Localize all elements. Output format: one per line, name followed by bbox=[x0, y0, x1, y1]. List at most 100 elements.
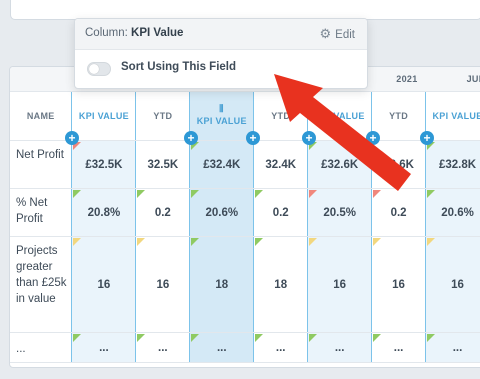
column-header-label: YTD bbox=[271, 111, 291, 121]
cell-value: 16 bbox=[156, 278, 170, 291]
add-column-icon[interactable]: + bbox=[302, 131, 316, 145]
cell-value: ... bbox=[216, 341, 227, 354]
drag-handle-icon[interactable]: ⦀ bbox=[190, 105, 253, 115]
kpi-cell[interactable]: 18 bbox=[189, 236, 255, 333]
popover-title-prefix: Column: bbox=[85, 27, 128, 39]
cell-value: 32.4K bbox=[265, 158, 297, 171]
cell-value: ... bbox=[275, 341, 286, 354]
status-indicator bbox=[373, 334, 382, 342]
ytd-cell[interactable]: 18 bbox=[253, 236, 308, 333]
ytd-column-header[interactable]: YTD bbox=[135, 91, 190, 141]
cell-value: 0.2 bbox=[154, 206, 171, 219]
popover-column-name: KPI Value bbox=[131, 27, 184, 39]
cell-value: 32.5K bbox=[147, 158, 179, 171]
kpi-cell[interactable]: ... bbox=[189, 332, 255, 363]
table-row: % Net Profit 20.8% 0.2 20.6% 0.2 20.5% 0… bbox=[10, 188, 480, 237]
status-indicator bbox=[309, 190, 318, 198]
ytd-cell[interactable]: 0.2 bbox=[371, 188, 426, 237]
sort-toggle[interactable] bbox=[87, 62, 111, 76]
ytd-cell[interactable]: ... bbox=[253, 332, 308, 363]
popover-header: Column: KPI Value ⚙ Edit bbox=[75, 19, 367, 50]
kpi-cell[interactable]: £32.6K bbox=[307, 140, 373, 189]
cell-value: ... bbox=[334, 341, 345, 354]
column-header-label: YTD bbox=[389, 111, 409, 121]
kpi-value-column-header[interactable]: KPI VALUE bbox=[71, 91, 137, 141]
cell-value: 16 bbox=[451, 278, 464, 291]
ytd-cell[interactable]: 16 bbox=[135, 236, 190, 333]
kpi-cell[interactable]: 16 bbox=[307, 236, 373, 333]
kpi-cell[interactable]: ... bbox=[71, 332, 137, 363]
status-indicator bbox=[191, 238, 200, 246]
add-column-icon[interactable]: + bbox=[184, 131, 198, 145]
kpi-value-column-header[interactable]: KPI VALUE bbox=[425, 91, 480, 141]
table-row: Net Profit £32.5K 32.5K £32.4K 32.4K £32… bbox=[10, 140, 480, 189]
row-name: Net Profit bbox=[10, 140, 72, 189]
cell-value: £32.5K bbox=[85, 158, 123, 171]
kpi-cell[interactable]: 16 bbox=[425, 236, 480, 333]
kpi-cell[interactable]: 20.6% bbox=[425, 188, 480, 237]
ytd-cell[interactable]: ... bbox=[371, 332, 426, 363]
status-indicator bbox=[191, 190, 200, 198]
kpi-cell[interactable]: 20.8% bbox=[71, 188, 137, 237]
status-indicator bbox=[255, 238, 264, 246]
kpi-value-column-header-selected[interactable]: ⦀ KPI VALUE bbox=[189, 91, 255, 141]
status-indicator bbox=[309, 238, 318, 246]
month-header-blank bbox=[10, 67, 72, 92]
ytd-cell[interactable]: 32.6K bbox=[371, 140, 426, 189]
status-indicator bbox=[73, 334, 82, 342]
cell-value: 20.5% bbox=[323, 206, 356, 219]
cell-value: 16 bbox=[333, 278, 347, 291]
cell-value: 18 bbox=[274, 278, 288, 291]
toggle-knob bbox=[89, 64, 99, 74]
cell-value: 20.8% bbox=[87, 206, 121, 219]
ytd-cell[interactable]: 0.2 bbox=[253, 188, 308, 237]
cell-value: ... bbox=[158, 341, 168, 354]
ytd-column-header[interactable]: YTD bbox=[371, 91, 426, 141]
kpi-cell[interactable]: £32.4K bbox=[189, 140, 255, 189]
status-indicator bbox=[427, 238, 436, 246]
cell-value: £32.6K bbox=[321, 158, 359, 171]
status-indicator bbox=[191, 334, 200, 342]
column-header-label: YTD bbox=[153, 111, 173, 121]
row-name: Projects greater than £25k in value bbox=[10, 236, 72, 333]
ytd-cell[interactable]: 32.4K bbox=[253, 140, 308, 189]
kpi-value-column-header[interactable]: KPI VALUE bbox=[307, 91, 373, 141]
ytd-cell[interactable]: 0.2 bbox=[135, 188, 190, 237]
kpi-cell[interactable]: 20.5% bbox=[307, 188, 373, 237]
column-header-label: KPI VALUE bbox=[432, 111, 480, 121]
kpi-cell[interactable]: £32.5K bbox=[71, 140, 137, 189]
kpi-cell[interactable]: £32.8K bbox=[425, 140, 480, 189]
kpi-cell[interactable]: ... bbox=[307, 332, 373, 363]
add-column-icon[interactable]: + bbox=[246, 131, 260, 145]
add-column-icon[interactable]: + bbox=[65, 131, 79, 145]
popover-body: Sort Using This Field bbox=[75, 50, 367, 88]
ytd-cell[interactable]: 32.5K bbox=[135, 140, 190, 189]
top-search-bar bbox=[10, 0, 480, 20]
cell-value: 32.6K bbox=[383, 158, 414, 171]
ytd-column-header[interactable]: YTD bbox=[253, 91, 308, 141]
add-column-icon[interactable]: + bbox=[366, 131, 380, 145]
add-column-icon[interactable]: + bbox=[420, 131, 434, 145]
kpi-cell[interactable]: 16 bbox=[71, 236, 137, 333]
row-name: % Net Profit bbox=[10, 188, 72, 237]
status-indicator bbox=[373, 238, 382, 246]
kpi-table: 2021 JUN NAME KPI VALUE YTD ⦀KPI VALUE Y… bbox=[9, 66, 480, 368]
kpi-cell[interactable]: ... bbox=[425, 332, 480, 363]
month-header-jun: JUN bbox=[425, 67, 480, 92]
status-indicator bbox=[137, 238, 146, 246]
cell-value: 20.6% bbox=[205, 206, 239, 219]
status-indicator bbox=[373, 190, 382, 198]
cell-value: ... bbox=[452, 341, 463, 354]
kpi-cell[interactable]: 20.6% bbox=[189, 188, 255, 237]
ytd-cell[interactable]: 16 bbox=[371, 236, 426, 333]
status-indicator bbox=[309, 334, 318, 342]
column-header-label: KPI VALUE bbox=[314, 111, 365, 121]
status-indicator bbox=[73, 238, 82, 246]
cell-value: £32.8K bbox=[438, 158, 477, 171]
edit-button[interactable]: ⚙ Edit bbox=[320, 26, 355, 42]
row-name: ... bbox=[10, 332, 72, 363]
cell-value: 20.6% bbox=[441, 206, 474, 219]
column-options-popover: Column: KPI Value ⚙ Edit Sort Using This … bbox=[74, 18, 368, 89]
status-indicator bbox=[427, 334, 436, 342]
ytd-cell[interactable]: ... bbox=[135, 332, 190, 363]
